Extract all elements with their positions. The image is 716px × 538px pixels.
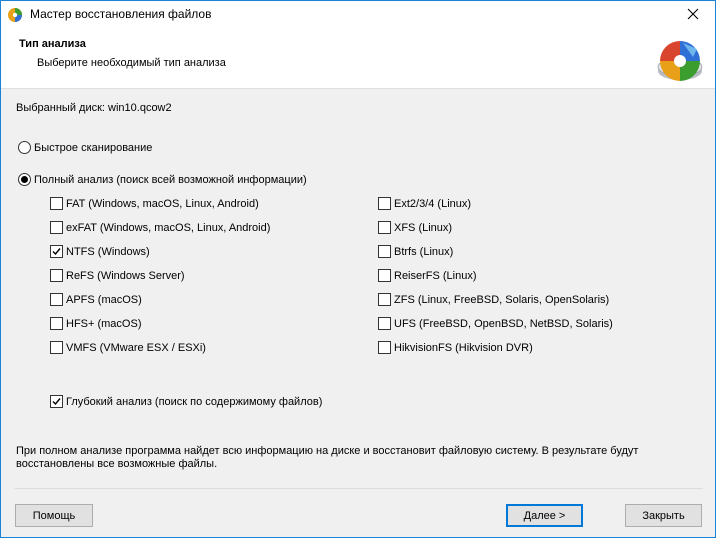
fs-label-reiserfs[interactable]: ReiserFS (Linux) [394,270,477,282]
header-title: Тип анализа [19,38,86,50]
full-analysis-radio[interactable] [18,173,31,186]
fs-label-ntfs[interactable]: NTFS (Windows) [66,246,150,258]
fs-label-apfs[interactable]: APFS (macOS) [66,294,142,306]
fs-checkbox-hfsplus[interactable] [50,317,63,330]
help-button[interactable]: Помощь [15,504,93,527]
fs-checkbox-hikvisionfs[interactable] [378,341,391,354]
fs-label-exfat[interactable]: exFAT (Windows, macOS, Linux, Android) [66,222,270,234]
app-icon [7,7,23,23]
checkmark-icon [52,248,61,256]
fs-label-hikvisionfs[interactable]: HikvisionFS (Hikvision DVR) [394,342,533,354]
fs-checkbox-ext[interactable] [378,197,391,210]
quick-scan-label[interactable]: Быстрое сканирование [34,142,152,154]
fs-label-ext[interactable]: Ext2/3/4 (Linux) [394,198,471,210]
footer-divider [15,488,703,489]
quick-scan-radio[interactable] [18,141,31,154]
fs-label-vmfs[interactable]: VMFS (VMware ESX / ESXi) [66,342,206,354]
wizard-header: Тип анализа Выберите необходимый тип ана… [1,29,715,89]
fs-checkbox-btrfs[interactable] [378,245,391,258]
fs-label-fat[interactable]: FAT (Windows, macOS, Linux, Android) [66,198,259,210]
title-bar[interactable]: Мастер восстановления файлов [1,1,715,29]
fs-label-ufs[interactable]: UFS (FreeBSD, OpenBSD, NetBSD, Solaris) [394,318,613,330]
fs-checkbox-vmfs[interactable] [50,341,63,354]
fs-checkbox-zfs[interactable] [378,293,391,306]
deep-analysis-checkbox[interactable] [50,395,63,408]
fs-label-refs[interactable]: ReFS (Windows Server) [66,270,185,282]
fs-checkbox-fat[interactable] [50,197,63,210]
info-text-line-2: восстановлены все возможные файлы. [16,458,218,470]
deep-analysis-label[interactable]: Глубокий анализ (поиск по содержимому фа… [66,396,322,408]
info-text-line-1: При полном анализе программа найдет всю … [16,445,639,457]
close-window-button[interactable] [671,1,715,29]
fs-label-xfs[interactable]: XFS (Linux) [394,222,452,234]
close-icon [687,8,699,23]
fs-checkbox-exfat[interactable] [50,221,63,234]
header-subtitle: Выберите необходимый тип анализа [37,57,226,69]
fs-label-zfs[interactable]: ZFS (Linux, FreeBSD, Solaris, OpenSolari… [394,294,609,306]
fs-label-hfsplus[interactable]: HFS+ (macOS) [66,318,141,330]
disk-recovery-logo-icon [653,33,707,87]
checkmark-icon [52,398,61,406]
fs-checkbox-reiserfs[interactable] [378,269,391,282]
fs-checkbox-xfs[interactable] [378,221,391,234]
close-button[interactable]: Закрыть [625,504,702,527]
fs-label-btrfs[interactable]: Btrfs (Linux) [394,246,453,258]
fs-checkbox-apfs[interactable] [50,293,63,306]
wizard-window: Мастер восстановления файлов Тип анализа… [0,0,716,538]
fs-checkbox-refs[interactable] [50,269,63,282]
fs-checkbox-ntfs[interactable] [50,245,63,258]
selected-disk-label: Выбранный диск: win10.qcow2 [16,102,172,114]
fs-checkbox-ufs[interactable] [378,317,391,330]
next-button[interactable]: Далее > [506,504,583,527]
full-analysis-label[interactable]: Полный анализ (поиск всей возможной инфо… [34,174,307,186]
window-title: Мастер восстановления файлов [30,7,212,21]
